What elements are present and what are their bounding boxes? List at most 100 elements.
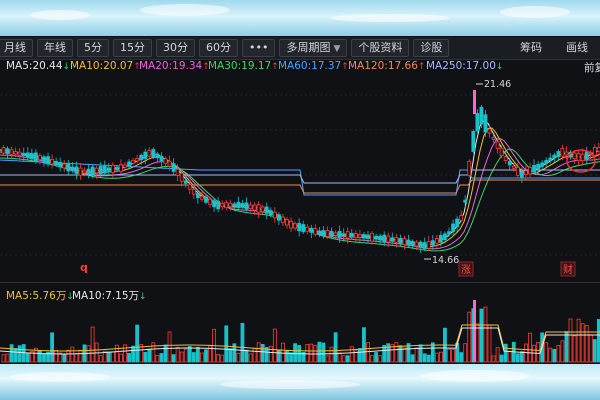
volume-bar: [70, 346, 75, 363]
candle: [418, 241, 423, 248]
volume-bar: [374, 352, 379, 363]
volume-bar: [349, 346, 354, 363]
vol-ma5-legend: MA5:5.76万↓: [6, 288, 74, 303]
volume-bar: [362, 327, 366, 363]
low-price-label: 14.66: [432, 255, 459, 266]
candle: [102, 165, 107, 174]
candle: [438, 235, 443, 243]
volume-bar: [74, 353, 79, 363]
candle: [256, 204, 261, 213]
candle: [82, 170, 87, 174]
candle: [576, 153, 581, 162]
volume-bar: [127, 353, 131, 363]
volume-bar: [588, 334, 593, 363]
candle: [171, 163, 176, 172]
volume-bar: [289, 352, 293, 363]
volume-bar: [430, 342, 435, 363]
volume-bar: [281, 342, 285, 363]
volume-bar: [402, 347, 407, 363]
candle: [285, 219, 289, 226]
low-annotation: 14.66: [424, 255, 459, 266]
candle: [25, 152, 30, 158]
candle: [212, 200, 217, 208]
volume-bar: [1, 354, 6, 363]
volume-bar: [135, 324, 140, 363]
candle: [471, 131, 476, 152]
candle: [345, 231, 350, 239]
volume-bar: [256, 342, 261, 363]
candle: [479, 106, 484, 125]
volume-bar: [495, 347, 500, 363]
candle: [94, 167, 99, 174]
candle: [293, 223, 298, 229]
volume-bar: [220, 354, 225, 363]
volume-bar: [171, 354, 176, 363]
volume-bar: [552, 348, 557, 363]
volume-bar: [568, 318, 573, 363]
volume-bar: [584, 325, 589, 363]
event-marker-limit-up[interactable]: 涨: [458, 261, 474, 277]
volume-bar: [155, 355, 160, 363]
candle: [357, 234, 362, 238]
high-annotation: 21.46: [476, 79, 511, 90]
candle: [58, 161, 63, 168]
candle: [268, 210, 273, 216]
candle: [564, 151, 569, 156]
candle: [179, 172, 184, 182]
desktop-wallpaper-bottom: [0, 364, 600, 400]
candle: [552, 154, 557, 159]
volume-bar: [357, 348, 362, 363]
volume-bar: [244, 349, 249, 363]
volume-bar: [62, 354, 67, 363]
candle: [556, 151, 561, 157]
volume-bar: [236, 352, 241, 363]
candle: [475, 113, 480, 132]
candle: [434, 238, 439, 244]
volume-bar: [309, 343, 314, 363]
candle-highlight: [473, 90, 476, 114]
candle: [232, 203, 237, 207]
candle: [507, 161, 512, 166]
candle: [309, 227, 314, 233]
volume-bar: [463, 343, 468, 363]
marker-label: 财: [563, 263, 573, 276]
candle: [115, 166, 119, 170]
volume-bar: [21, 344, 26, 363]
ma-line: [0, 137, 600, 250]
kline-chart[interactable]: 21.46 14.66 q 涨 财: [0, 0, 600, 400]
volume-bar: [418, 344, 423, 363]
candle: [66, 163, 71, 172]
volume-bar: [248, 353, 253, 363]
volume-bar: [147, 348, 152, 363]
vol-ma5-value: MA5:5.76万: [6, 290, 67, 302]
event-marker-finance[interactable]: 财: [560, 261, 576, 277]
volume-bar: [438, 351, 443, 363]
volume-bar: [123, 344, 127, 363]
candle: [382, 234, 387, 243]
volume-bar: [528, 332, 532, 363]
candle: [313, 228, 318, 235]
candle: [155, 153, 160, 159]
candle: [110, 164, 115, 173]
event-marker: q: [80, 261, 88, 274]
volume-bar: [204, 349, 208, 363]
volume-bar: [5, 353, 10, 363]
volume-bar: [272, 328, 277, 363]
volume-bar: [285, 350, 289, 363]
candle: [422, 242, 427, 250]
volume-bar: [422, 353, 427, 363]
ma-line: [0, 179, 600, 194]
candle: [131, 160, 136, 164]
candle: [54, 161, 59, 166]
volume-bar: [163, 344, 168, 363]
candle: [337, 230, 342, 238]
candle: [62, 163, 67, 169]
candle: [248, 204, 253, 210]
candle: [317, 230, 322, 235]
volume-bar: [434, 352, 439, 363]
candle: [106, 167, 111, 172]
volume-bar: [191, 352, 196, 363]
volume-bar: [329, 346, 334, 363]
candle: [495, 141, 500, 149]
volume-bar: [9, 344, 14, 363]
